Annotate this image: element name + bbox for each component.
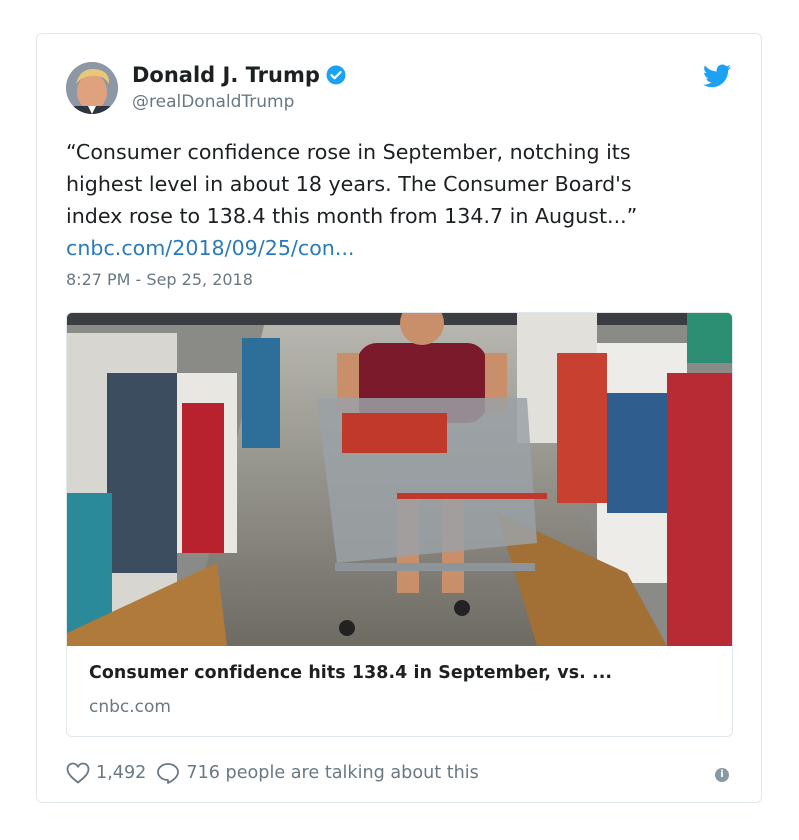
link-card-domain: cnbc.com [89,697,171,717]
like-button[interactable]: 1,492 [66,762,146,784]
author-name-row[interactable]: Donald J. Trump [132,63,346,87]
conversation-text[interactable]: 716 people are talking about this [186,763,478,783]
link-card[interactable]: Consumer confidence hits 138.4 in Septem… [66,312,733,737]
tweet-text-line: “Consumer confidence rose in September, … [66,140,631,164]
like-count: 1,492 [96,763,147,783]
tweet-text-line: highest level in about 18 years. The Con… [66,172,632,196]
tweet-text: “Consumer confidence rose in September, … [66,136,746,264]
author-avatar[interactable] [66,62,118,114]
author-handle[interactable]: @realDonaldTrump [132,92,294,112]
tweet-timestamp[interactable]: 8:27 PM - Sep 25, 2018 [66,270,253,289]
tweet-text-line: index rose to 138.4 this month from 134.… [66,204,638,228]
author-name[interactable]: Donald J. Trump [132,63,320,87]
tweet-link[interactable]: cnbc.com/2018/09/25/con... [66,236,354,260]
link-card-title[interactable]: Consumer confidence hits 138.4 in Septem… [89,663,719,683]
link-card-image[interactable] [67,313,733,646]
tweet-actions: 1,492 716 people are talking about this [66,760,736,786]
embedded-tweet: Donald J. Trump @realDonaldTrump “Consum… [36,33,762,803]
info-icon[interactable]: i [715,768,729,782]
verified-badge-icon [326,65,346,85]
heart-icon [66,762,90,784]
twitter-bird-icon[interactable] [703,64,731,88]
reply-button[interactable]: 716 people are talking about this [156,762,479,784]
speech-bubble-icon [157,763,180,784]
